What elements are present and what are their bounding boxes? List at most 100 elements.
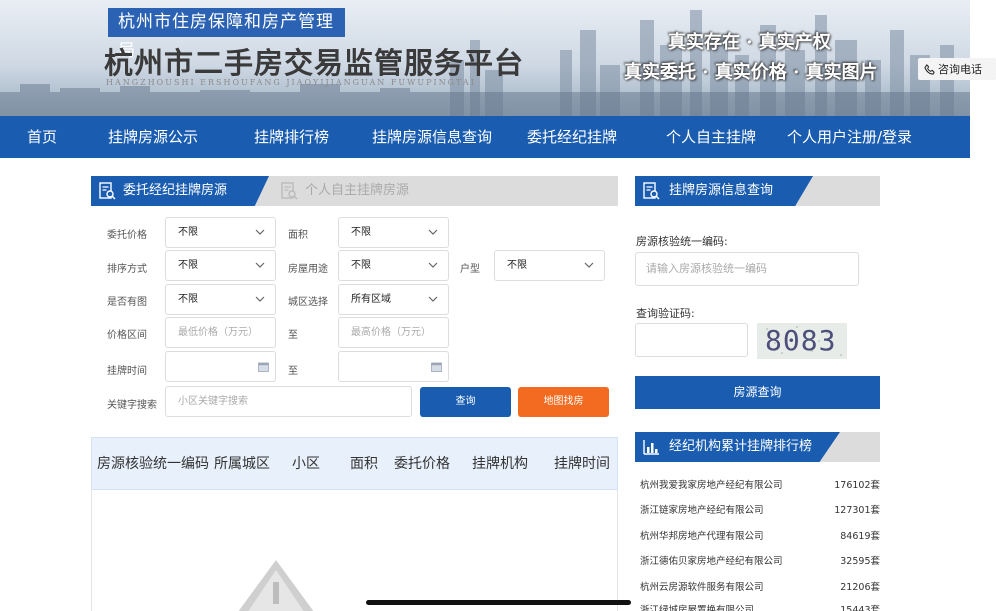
chevron-down-icon — [428, 229, 438, 235]
slogan-line-2: 真实委托 · 真实价格 · 真实图片 — [624, 62, 878, 83]
sort-select-value: 不限 — [178, 260, 198, 271]
warning-icon — [238, 560, 314, 611]
nav-home[interactable]: 首页 — [27, 116, 57, 158]
col-area: 面积 — [350, 456, 378, 472]
query-panel-header: 挂牌房源信息查询 — [635, 176, 880, 206]
query-panel-title: 挂牌房源信息查询 — [669, 183, 774, 198]
district-select[interactable]: 所有区域 — [338, 284, 449, 315]
code-input[interactable]: 请输入房源核验统一编码 — [635, 252, 859, 286]
calendar-icon — [431, 362, 442, 372]
pic-select[interactable]: 不限 — [165, 284, 276, 315]
document-search-icon — [643, 182, 660, 200]
listing-tabs: 委托经纪挂牌房源 个人自主挂牌房源 — [91, 176, 618, 206]
end-date-input[interactable] — [338, 351, 449, 382]
document-search-icon — [99, 182, 116, 200]
document-search-icon — [281, 182, 298, 200]
nav-ranking[interactable]: 挂牌排行榜 — [254, 116, 329, 158]
agency-count: 15443套 — [840, 605, 880, 611]
price-select[interactable]: 不限 — [165, 217, 276, 248]
hotline-label: 咨询电话 — [938, 63, 982, 76]
home-indicator[interactable] — [366, 600, 631, 605]
max-price-input[interactable]: 最高价格（万元） — [338, 317, 449, 348]
col-time: 挂牌时间 — [554, 456, 610, 472]
layout-select[interactable]: 不限 — [494, 250, 605, 281]
keyword-input[interactable]: 小区关键字搜索 — [165, 386, 412, 417]
tab-personal-label: 个人自主挂牌房源 — [305, 183, 410, 198]
keyword-label: 关键字搜索 — [107, 400, 157, 411]
code-label: 房源核验统一编码: — [636, 235, 728, 248]
phone-icon — [924, 63, 935, 75]
nav-listing-query[interactable]: 挂牌房源信息查询 — [372, 116, 492, 158]
layout-select-value: 不限 — [507, 260, 527, 271]
bureau-name: 杭州市住房保障和房产管理局 — [108, 8, 345, 61]
price-label: 委托价格 — [107, 230, 147, 241]
col-community: 小区 — [292, 456, 320, 472]
tab-agent-listings[interactable]: 委托经纪挂牌房源 — [91, 176, 269, 206]
ranking-row[interactable]: 浙江德佑贝家房地产经纪有限公司 32595套 — [640, 553, 880, 577]
tab-personal-listings[interactable]: 个人自主挂牌房源 — [273, 176, 409, 206]
col-code: 房源核验统一编码 — [97, 456, 209, 472]
ranking-tab: 经纪机构累计挂牌排行榜 — [635, 432, 840, 462]
ranking-row[interactable]: 杭州我爱我家房地产经纪有限公司 176102套 — [640, 477, 880, 501]
ranking-row[interactable]: 杭州华邦房地产代理有限公司 84619套 — [640, 528, 880, 552]
agency-count: 127301套 — [834, 505, 880, 516]
agency-count: 176102套 — [834, 480, 880, 491]
ranking-header: 经纪机构累计挂牌排行榜 — [635, 432, 880, 462]
agency-name: 浙江绿城房屋置换有限公司 — [640, 605, 755, 611]
query-panel-tab: 挂牌房源信息查询 — [635, 176, 813, 206]
captcha-input[interactable] — [635, 323, 748, 357]
price-range-label: 价格区间 — [107, 330, 147, 341]
map-search-button[interactable]: 地图找房 — [518, 387, 609, 417]
agency-count: 84619套 — [840, 531, 880, 542]
header-banner: 杭州市住房保障和房产管理局 杭州市二手房交易监管服务平台 HANGZHOUSHI… — [0, 0, 970, 116]
min-price-input[interactable]: 最低价格（万元） — [165, 317, 276, 348]
usage-select-value: 不限 — [351, 260, 371, 271]
area-select-value: 不限 — [351, 227, 371, 238]
agency-count: 32595套 — [840, 556, 880, 567]
nav-agent-listing[interactable]: 委托经纪挂牌 — [527, 116, 617, 158]
area-select[interactable]: 不限 — [338, 217, 449, 248]
main-nav: 首页 挂牌房源公示 挂牌排行榜 挂牌房源信息查询 委托经纪挂牌 个人自主挂牌 个… — [0, 116, 970, 158]
agency-name: 杭州华邦房地产代理有限公司 — [640, 531, 764, 542]
time-label: 挂牌时间 — [107, 366, 147, 377]
nav-listing-notice[interactable]: 挂牌房源公示 — [108, 116, 198, 158]
chevron-down-icon — [255, 296, 265, 302]
district-label: 城区选择 — [288, 297, 328, 308]
start-date-input[interactable] — [165, 351, 276, 382]
chevron-down-icon — [428, 296, 438, 302]
listing-query-button[interactable]: 房源查询 — [635, 376, 880, 409]
agency-count: 21206套 — [840, 582, 880, 593]
col-district: 所属城区 — [214, 456, 270, 472]
pic-label: 是否有图 — [107, 297, 147, 308]
nav-register-login[interactable]: 个人用户注册/登录 — [787, 116, 912, 158]
pic-select-value: 不限 — [178, 294, 198, 305]
usage-select[interactable]: 不限 — [338, 250, 449, 281]
agency-name: 浙江链家房地产经纪有限公司 — [640, 505, 764, 516]
captcha-image[interactable]: 8083 — [757, 323, 847, 359]
chevron-down-icon — [255, 229, 265, 235]
slogan-line-1: 真实存在 · 真实产权 — [668, 32, 831, 53]
district-select-value: 所有区域 — [351, 294, 391, 305]
captcha-label: 查询验证码: — [636, 307, 695, 320]
ranking-row[interactable]: 浙江绿城房屋置换有限公司 15443套 — [640, 602, 880, 611]
agency-name: 杭州我爱我家房地产经纪有限公司 — [640, 480, 783, 491]
bar-chart-icon — [643, 440, 659, 455]
tab-agent-label: 委托经纪挂牌房源 — [123, 183, 228, 198]
search-button[interactable]: 查询 — [420, 387, 511, 417]
sort-label: 排序方式 — [107, 264, 147, 275]
agency-name: 浙江德佑贝家房地产经纪有限公司 — [640, 556, 783, 567]
sort-select[interactable]: 不限 — [165, 250, 276, 281]
area-label: 面积 — [288, 230, 308, 241]
hotline-button[interactable]: 咨询电话 — [918, 58, 996, 80]
col-price: 委托价格 — [394, 456, 450, 472]
layout-label: 户型 — [460, 264, 480, 275]
platform-pinyin: HANGZHOUSHI ERSHOUFANG JIAOYIJIANGUAN FU… — [106, 78, 476, 87]
captcha-text: 8083 — [765, 324, 837, 357]
ranking-row[interactable]: 杭州云房源软件服务有限公司 21206套 — [640, 579, 880, 603]
price-to-label: 至 — [288, 330, 298, 341]
calendar-icon — [258, 362, 269, 372]
chevron-down-icon — [584, 262, 594, 268]
nav-personal-listing[interactable]: 个人自主挂牌 — [666, 116, 756, 158]
usage-label: 房屋用途 — [288, 264, 328, 275]
ranking-row[interactable]: 浙江链家房地产经纪有限公司 127301套 — [640, 502, 880, 526]
